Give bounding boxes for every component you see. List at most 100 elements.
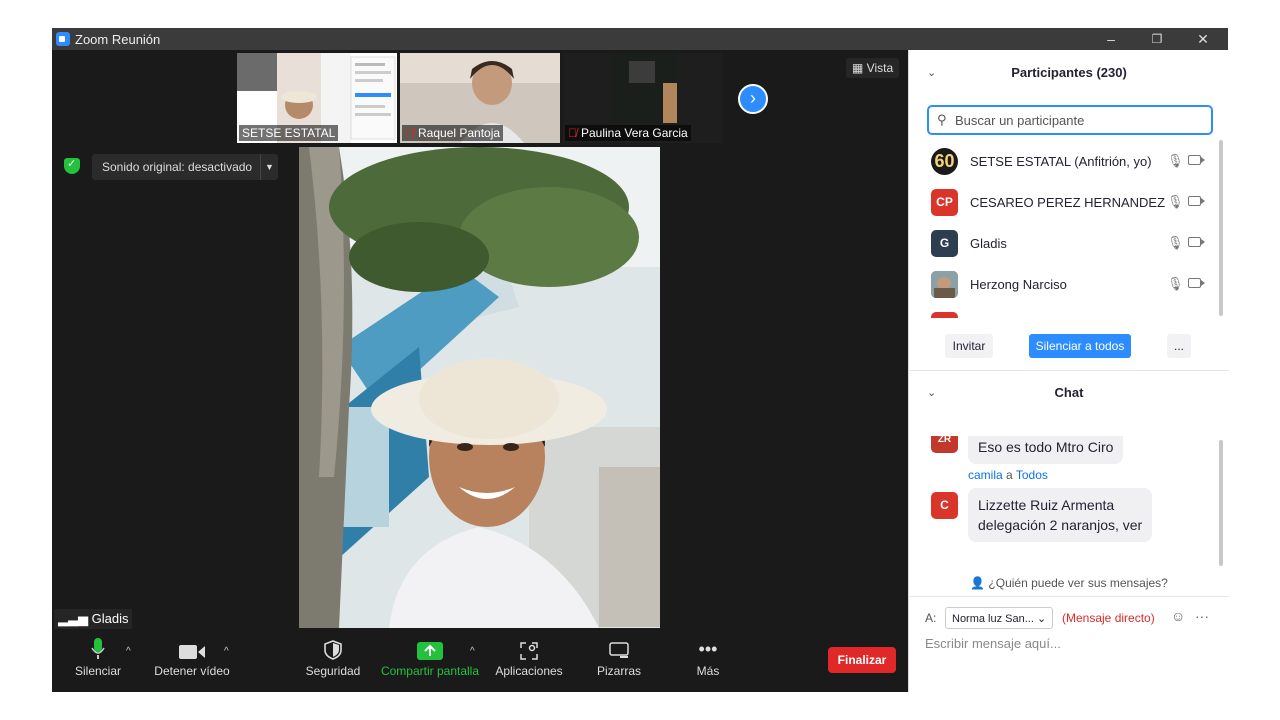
- chat-scrollbar[interactable]: [1219, 440, 1223, 566]
- avatar: ZR: [931, 436, 958, 453]
- shield-icon: [304, 634, 362, 664]
- zoom-window: Zoom Reunión – ❐ ✕ SETSE ESTATAL 🎙̸ Raqu…: [52, 28, 1229, 692]
- whiteboards-label: Pizarras: [596, 664, 641, 678]
- participant-search-input[interactable]: ⚲ Buscar un participante: [927, 105, 1213, 135]
- original-sound-label: Sonido original: desactivado: [102, 160, 253, 174]
- zoom-app-icon: [56, 32, 70, 46]
- divider: [909, 596, 1229, 597]
- avatar: [931, 312, 958, 318]
- close-button[interactable]: ✕: [1180, 28, 1226, 50]
- recipient-select[interactable]: Norma luz San... ⌄: [945, 607, 1053, 629]
- end-meeting-button[interactable]: Finalizar: [828, 647, 896, 673]
- participants-header: ⌄ Participantes (230): [909, 58, 1229, 88]
- thumbnail-name: SETSE ESTATAL: [239, 125, 339, 141]
- apps-button[interactable]: Aplicaciones: [492, 634, 566, 692]
- collapse-chevron-icon[interactable]: ⌄: [927, 378, 936, 408]
- video-camera-icon[interactable]: [1188, 237, 1205, 247]
- to-label: A:: [925, 611, 937, 625]
- chevron-down-icon[interactable]: ▼: [260, 154, 278, 180]
- participant-row[interactable]: Herzong Narciso 🎙: [909, 265, 1219, 306]
- more-dots-icon: •••: [698, 639, 718, 659]
- whiteboards-button[interactable]: Pizarras: [592, 634, 646, 692]
- chat-message: Eso es todo Mtro Ciro: [968, 436, 1124, 464]
- participant-row[interactable]: [909, 306, 1219, 318]
- title-bar: Zoom Reunión – ❐ ✕: [52, 28, 1228, 50]
- video-options-caret[interactable]: ^: [224, 646, 229, 657]
- participant-row[interactable]: G Gladis 🎙: [909, 224, 1219, 265]
- chat-messages: ZR Eso es todo Mtro Ciro camila a Todos …: [909, 436, 1219, 571]
- message-line: delegación 2 naranjos, ver: [978, 517, 1143, 533]
- participant-list: 60 SETSE ESTATAL (Anfitrión, yo) 🎙 CP CE…: [909, 142, 1219, 318]
- mute-all-button[interactable]: Silenciar a todos: [1029, 334, 1131, 358]
- participant-name: CESAREO PEREZ HERNANDEZ: [970, 195, 1166, 210]
- to-word: a: [1006, 468, 1013, 482]
- stop-video-label: Detener vídeo: [154, 664, 230, 678]
- microphone-icon: [70, 634, 126, 664]
- video-area: SETSE ESTATAL 🎙̸ Raquel Pantoja 🎙̸ Paulina…: [52, 50, 908, 692]
- thumbnail-video[interactable]: 🎙̸ Paulina Vera Garcia: [563, 53, 723, 143]
- participant-row[interactable]: CP CESAREO PEREZ HERNANDEZ 🎙: [909, 183, 1219, 224]
- video-camera-icon[interactable]: [1188, 155, 1205, 165]
- thumbnail-video[interactable]: SETSE ESTATAL: [237, 53, 397, 143]
- microphone-icon[interactable]: 🎙: [1167, 276, 1184, 292]
- video-camera-icon[interactable]: [1188, 196, 1205, 206]
- sender-name: camila: [968, 468, 1003, 482]
- apps-label: Aplicaciones: [495, 664, 563, 678]
- chat-message-input[interactable]: Escribir mensaje aquí...: [925, 636, 1061, 651]
- next-page-button[interactable]: ›: [738, 84, 768, 114]
- thumbnail-video[interactable]: 🎙̸ Raquel Pantoja: [400, 53, 560, 143]
- speaker-video-image: [299, 147, 660, 628]
- avatar: G: [931, 230, 958, 257]
- share-screen-icon: [378, 634, 482, 664]
- participants-more-button[interactable]: ...: [1167, 334, 1191, 358]
- apps-icon: [492, 634, 566, 664]
- share-options-caret[interactable]: ^: [470, 646, 475, 657]
- security-button[interactable]: Seguridad: [304, 634, 362, 692]
- participant-name: SETSE ESTATAL (Anfitrión, yo): [970, 154, 1152, 169]
- encryption-shield-icon[interactable]: [64, 157, 80, 174]
- window-title: Zoom Reunión: [75, 32, 161, 47]
- view-button[interactable]: ▦ Vista: [846, 58, 900, 78]
- signal-strength-icon: ▂▃▅: [58, 611, 92, 626]
- microphone-icon[interactable]: 🎙: [1167, 194, 1184, 210]
- minimize-button[interactable]: –: [1088, 28, 1134, 50]
- participant-name: Gladis: [970, 236, 1007, 251]
- more-button[interactable]: ••• Más: [686, 634, 730, 692]
- speaker-name: Gladis: [91, 611, 129, 626]
- mute-button[interactable]: Silenciar: [70, 634, 126, 692]
- who-can-see-label: ¿Quién puede ver sus mensajes?: [988, 576, 1168, 590]
- more-options-icon[interactable]: ···: [1195, 608, 1209, 624]
- emoji-icon[interactable]: ☺: [1171, 608, 1185, 624]
- chat-recipient-row: A: Norma luz San... ⌄ (Mensaje directo) …: [925, 606, 1221, 630]
- view-label: Vista: [866, 61, 894, 75]
- microphone-icon[interactable]: 🎙: [1167, 153, 1184, 169]
- recipient-name: Todos: [1015, 468, 1048, 482]
- avatar: CP: [931, 189, 958, 216]
- divider: [909, 370, 1229, 371]
- avatar: [931, 271, 958, 298]
- more-label: Más: [696, 664, 720, 678]
- search-placeholder: Buscar un participante: [955, 113, 1085, 128]
- person-icon: 👤: [970, 576, 989, 590]
- recipient-value: Norma luz San...: [952, 613, 1034, 625]
- chat-header: ⌄ Chat: [909, 378, 1229, 408]
- participant-row[interactable]: 60 SETSE ESTATAL (Anfitrión, yo) 🎙: [909, 142, 1219, 183]
- thumbnail-name-text: Raquel Pantoja: [418, 126, 501, 140]
- share-screen-button[interactable]: Compartir pantalla: [378, 634, 482, 692]
- video-camera-icon[interactable]: [1188, 278, 1205, 288]
- mute-label: Silenciar: [74, 664, 122, 678]
- avatar: 60: [931, 148, 958, 175]
- who-can-see-link[interactable]: 👤 ¿Quién puede ver sus mensajes?: [909, 576, 1229, 590]
- microphone-icon[interactable]: 🎙: [1167, 235, 1184, 251]
- grid-icon: ▦: [852, 61, 867, 75]
- original-sound-button[interactable]: Sonido original: desactivado ▼: [92, 154, 278, 180]
- main-speaker-video: [299, 147, 660, 628]
- collapse-chevron-icon[interactable]: ⌄: [927, 58, 936, 88]
- audio-options-caret[interactable]: ^: [126, 646, 131, 657]
- participants-scrollbar[interactable]: [1219, 140, 1223, 316]
- participants-title: Participantes (230): [1011, 65, 1127, 80]
- restore-button[interactable]: ❐: [1134, 28, 1180, 50]
- whiteboard-icon: [592, 634, 646, 664]
- stop-video-button[interactable]: Detener vídeo: [152, 634, 232, 692]
- invite-button[interactable]: Invitar: [945, 334, 993, 358]
